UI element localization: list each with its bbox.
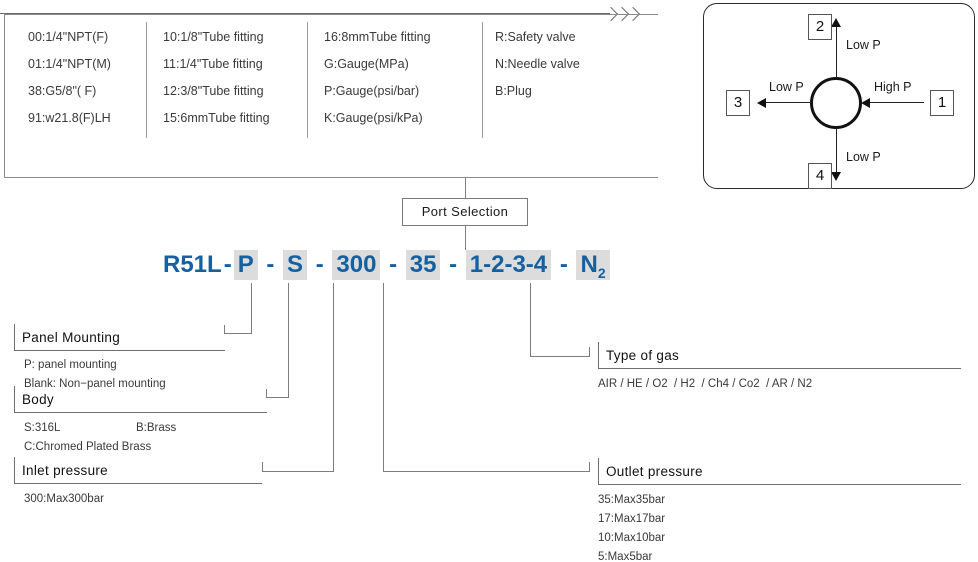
port-2-arrow-head-icon — [831, 18, 841, 27]
port-1-pressure-label: High P — [874, 80, 912, 94]
outlet-pressure-rule — [598, 484, 961, 485]
part-number-configurator-diagram: 00:1/4"NPT(F) 01:1/4"NPT(M) 38:G5/8"( F)… — [0, 0, 978, 562]
port-2-arrow-shaft — [836, 27, 837, 77]
legend-cell: 00:1/4"NPT(F) — [28, 30, 109, 44]
legend-column-valve: R:Safety valve N:Needle valve B:Plug — [495, 24, 580, 105]
legend-cell: 12:3/8"Tube fitting — [163, 84, 264, 98]
inlet-pressure-rule-end-tick — [14, 457, 15, 484]
legend-cell: 01:1/4"NPT(M) — [28, 57, 111, 71]
legend-cell: 15:6mmTube fitting — [163, 111, 270, 125]
leader-gas-type-horizontal — [530, 356, 589, 357]
code-segment-body[interactable]: S — [283, 250, 308, 280]
legend-cell: K:Gauge(psi/kPa) — [324, 111, 423, 125]
port-3-arrow-head-icon — [757, 98, 766, 108]
body-rule-end-tick — [14, 386, 15, 413]
gas-type-line-1: AIR / HE / O2 / H2 / Ch4 / Co2 / AR / N2 — [598, 378, 813, 390]
gas-type-body: AIR / HE / O2 / H2 / Ch4 / Co2 / AR / N2 — [598, 375, 812, 394]
legend-cell: N:Needle valve — [495, 57, 580, 71]
legend-cell: 10:1/8"Tube fitting — [163, 30, 264, 44]
leader-gas-type-tick — [589, 347, 590, 357]
gas-type-title: Type of gas — [606, 348, 680, 363]
code-segment-port-selection[interactable]: 1-2-3-4 — [465, 250, 552, 280]
outlet-pressure-line-2: 17:Max17bar — [598, 513, 666, 525]
legend-cell: 11:1/4"Tube fitting — [163, 57, 263, 71]
legend-separator-1 — [146, 22, 147, 138]
leader-panel-mounting-tick — [224, 325, 225, 333]
panel-mounting-title: Panel Mounting — [22, 330, 121, 345]
code-segment-gas-type[interactable]: N2 — [576, 250, 610, 281]
inlet-pressure-line-1: 300:Max300bar — [24, 493, 104, 505]
port-2-number-box: 2 — [808, 14, 832, 40]
panel-mounting-rule-end-tick — [14, 324, 15, 351]
legend-separator-2 — [307, 22, 308, 138]
body-title: Body — [22, 392, 54, 407]
legend-cell: 91:w21.8(F)LH — [28, 111, 111, 125]
outlet-pressure-line-1: 35:Max35bar — [598, 494, 666, 506]
inlet-pressure-body: 300:Max300bar — [24, 490, 104, 509]
leader-inlet-pressure-tick — [262, 462, 263, 472]
legend-cell: R:Safety valve — [495, 30, 576, 44]
port-1-arrow-head-icon — [861, 98, 870, 108]
port-2-pressure-label: Low P — [846, 38, 881, 52]
panel-mounting-rule — [14, 350, 225, 351]
legend-cell: P:Gauge(psi/bar) — [324, 84, 420, 98]
code-prefix: R51L — [163, 251, 222, 278]
port-body-circle-icon — [810, 77, 862, 129]
port-4-pressure-label: Low P — [846, 150, 881, 164]
code-segment-inlet-pressure[interactable]: 300 — [332, 250, 381, 280]
panel-mounting-line-2: Blank: Non−panel mounting — [24, 378, 166, 390]
legend-cell: 38:G5/8"( F) — [28, 84, 97, 98]
port-3-number-box: 3 — [726, 90, 750, 116]
port-4-number-box: 4 — [808, 163, 832, 189]
body-rule — [14, 412, 267, 413]
port-1-arrow-shaft — [870, 102, 924, 103]
port-4-arrow-shaft — [836, 129, 837, 173]
code-segment-outlet-pressure[interactable]: 35 — [405, 250, 441, 280]
leader-inlet-pressure-horizontal — [262, 471, 334, 472]
legend-column-gauge: 16:8mmTube fitting G:Gauge(MPa) P:Gauge(… — [324, 24, 431, 132]
inlet-pressure-title: Inlet pressure — [22, 463, 108, 478]
leader-gas-type-drop — [530, 283, 531, 356]
leader-panel-mounting-horizontal — [224, 333, 252, 334]
leader-panel-mounting-drop — [251, 283, 252, 333]
outlet-pressure-rule-start-tick — [598, 458, 599, 485]
gas-type-rule — [598, 368, 961, 369]
legend-separator-3 — [482, 22, 483, 138]
port-3-arrow-shaft — [766, 102, 812, 103]
legend-column-port-thread: 00:1/4"NPT(F) 01:1/4"NPT(M) 38:G5/8"( F)… — [28, 24, 111, 132]
port-4-arrow-head-icon — [831, 172, 841, 181]
legend-cell: G:Gauge(MPa) — [324, 57, 409, 71]
outlet-pressure-line-4: 5:Max5bar — [598, 551, 653, 562]
gas-type-rule-start-tick — [598, 342, 599, 369]
legend-cell: 16:8mmTube fitting — [324, 30, 431, 44]
leader-outlet-pressure-drop — [383, 283, 384, 471]
outlet-pressure-line-3: 10:Max10bar — [598, 532, 666, 544]
body-option-brass: B:Brass — [136, 422, 177, 434]
leader-outlet-pressure-tick — [589, 462, 590, 472]
legend-cell: B:Plug — [495, 84, 532, 98]
port-3-pressure-label: Low P — [769, 80, 804, 94]
outlet-pressure-title: Outlet pressure — [606, 464, 703, 479]
panel-mounting-line-1: P: panel mounting — [24, 359, 117, 371]
port-selection-box: Port Selection — [402, 198, 528, 226]
leader-outlet-pressure-horizontal — [383, 471, 589, 472]
port-selection-to-code-connector — [465, 226, 466, 250]
code-segment-panel-mounting[interactable]: P — [233, 250, 258, 280]
leader-body-horizontal — [266, 397, 289, 398]
leader-body-drop — [288, 283, 289, 397]
legend-column-tube-fitting: 10:1/8"Tube fitting 11:1/4"Tube fitting … — [163, 24, 270, 132]
panel-mounting-body: P: panel mounting Blank: Non−panel mounti… — [24, 356, 166, 394]
body-option-316l: S:316L — [24, 422, 61, 434]
outlet-pressure-body: 35:Max35bar 17:Max17bar 10:Max10bar 5:Max5b… — [598, 491, 665, 562]
inlet-pressure-rule — [14, 483, 262, 484]
leader-inlet-pressure-drop — [333, 283, 334, 471]
part-number-code: R51L- P - S - 300 - 35 - 1-2-3-4 - N2 — [163, 250, 610, 288]
body-options: S:316L B:Brass C:Chromed Plated Brass — [24, 419, 176, 457]
port-1-number-box: 1 — [930, 90, 954, 116]
legend-to-port-selection-connector — [465, 178, 466, 199]
body-option-chromed: C:Chromed Plated Brass — [24, 441, 152, 453]
leader-body-tick — [266, 389, 267, 398]
